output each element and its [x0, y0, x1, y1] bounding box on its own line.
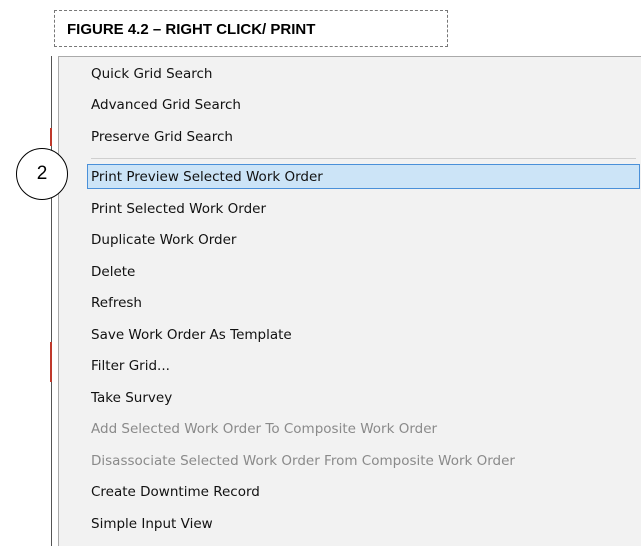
- menu-item-disassociate-from-composite-work-order: Disassociate Selected Work Order From Co…: [91, 453, 515, 469]
- figure-page: FIGURE 4.2 – RIGHT CLICK/ PRINT Quick Gr…: [0, 0, 641, 546]
- menu-item-print-selected-work-order[interactable]: Print Selected Work Order: [91, 196, 266, 222]
- window-edge-accent: [50, 342, 52, 382]
- menu-item-advanced-grid-search[interactable]: Advanced Grid Search: [91, 92, 241, 118]
- menu-item-take-survey[interactable]: Take Survey: [91, 385, 172, 411]
- step-callout-circle: 2: [16, 148, 68, 200]
- menu-item-preserve-grid-search[interactable]: Preserve Grid Search: [91, 124, 233, 150]
- menu-item-save-work-order-as-template[interactable]: Save Work Order As Template: [91, 322, 292, 348]
- menu-separator: [91, 158, 636, 159]
- menu-item-simple-input-view[interactable]: Simple Input View: [91, 511, 213, 537]
- menu-item-quick-grid-search[interactable]: Quick Grid Search: [91, 61, 212, 87]
- context-menu: Quick Grid Search Advanced Grid Search P…: [58, 56, 641, 546]
- menu-item-duplicate-work-order[interactable]: Duplicate Work Order: [91, 227, 236, 253]
- menu-item-filter-grid[interactable]: Filter Grid...: [91, 353, 170, 379]
- menu-item-create-downtime-record[interactable]: Create Downtime Record: [91, 479, 260, 505]
- menu-item-refresh[interactable]: Refresh: [91, 290, 142, 316]
- menu-item-add-to-composite-work-order: Add Selected Work Order To Composite Wor…: [91, 421, 438, 437]
- figure-caption-box: FIGURE 4.2 – RIGHT CLICK/ PRINT: [54, 10, 448, 47]
- menu-item-print-preview-selected-work-order[interactable]: Print Preview Selected Work Order: [91, 164, 323, 190]
- figure-caption: FIGURE 4.2 – RIGHT CLICK/ PRINT: [67, 21, 316, 38]
- window-edge-accent: [50, 128, 52, 146]
- menu-item-delete[interactable]: Delete: [91, 259, 135, 285]
